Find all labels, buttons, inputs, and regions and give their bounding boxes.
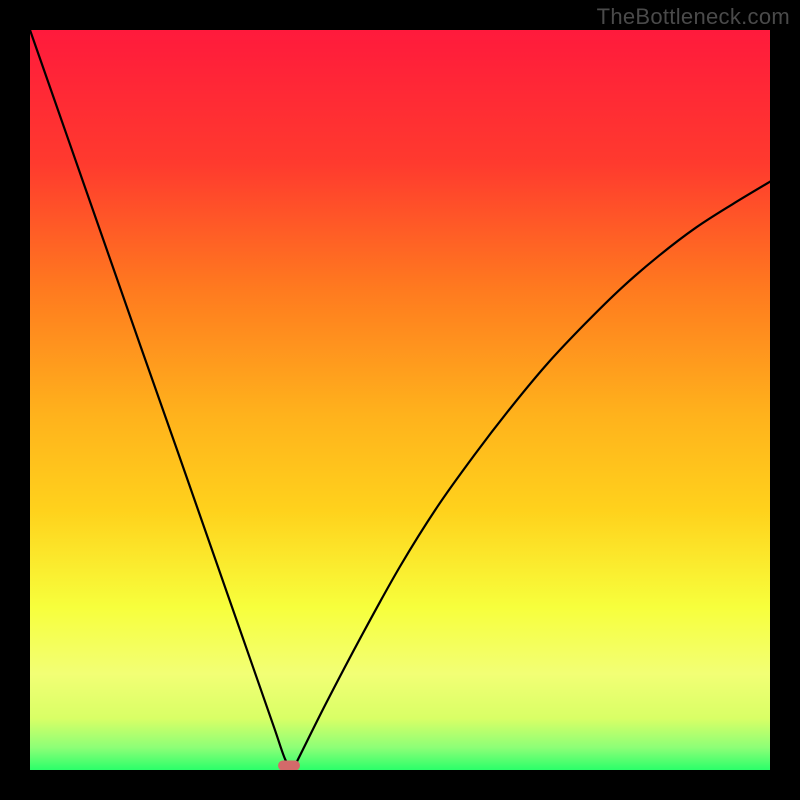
chart-svg — [30, 30, 770, 770]
gradient-background — [30, 30, 770, 770]
plot-area — [30, 30, 770, 770]
watermark-text: TheBottleneck.com — [597, 4, 790, 30]
chart-frame: TheBottleneck.com — [0, 0, 800, 800]
bottleneck-marker — [278, 761, 300, 770]
